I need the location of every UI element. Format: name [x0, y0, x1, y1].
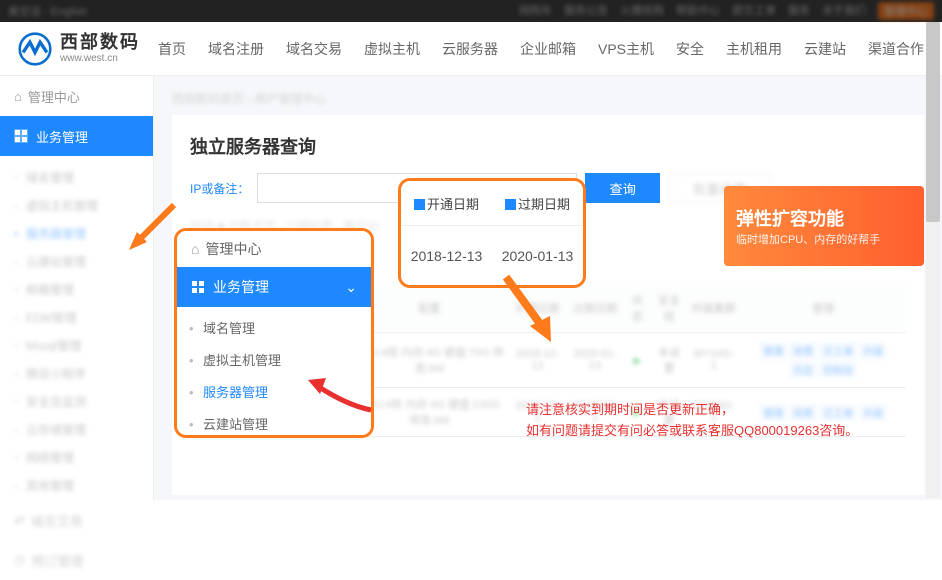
date-exp: 2020-01-13	[492, 226, 583, 285]
scrollbar-thumb[interactable]	[926, 22, 940, 222]
top-link[interactable]: 服务公告	[564, 2, 608, 20]
callout-item[interactable]: 域名管理	[177, 313, 371, 345]
cell-sec[interactable]: 未设置	[651, 333, 687, 388]
cell-open: 2018-12-13	[509, 333, 567, 388]
header: 西部数码 www.west.cn 首页 域名注册 域名交易 虚拟主机 云服务器 …	[0, 22, 942, 76]
cell-status: ▶	[624, 333, 651, 388]
cell-ops: 管理续费迁工单升级日志控制台	[741, 333, 906, 388]
sidebar-item-domain[interactable]: 域名管理	[26, 164, 153, 192]
callout-item[interactable]: 云建站管理	[177, 409, 371, 438]
nav-item[interactable]: 首页	[158, 39, 186, 59]
search-button[interactable]: 查询	[585, 173, 660, 203]
sidebar-item-network[interactable]: 网络管理	[26, 444, 153, 472]
date-header-exp: 过期日期	[492, 181, 583, 226]
op-link[interactable]: 日志	[789, 361, 817, 378]
sidebar-sub: 域名管理 虚拟主机管理 服务器管理 云建站管理 邮箱管理 EDM管理 Mssql…	[0, 156, 153, 500]
top-link[interactable]: 关于我们	[822, 2, 866, 20]
sidebar-footer2[interactable]: ◷预订管理	[0, 540, 153, 580]
home-icon: ⌂	[14, 89, 22, 104]
sidebar-item-security[interactable]: 安全及监测	[26, 388, 153, 416]
th-cluster: 所属集群	[687, 284, 741, 333]
promo-banner[interactable]: 弹性扩容功能 临时增加CPU、内存的好帮手	[724, 186, 924, 266]
nav-item[interactable]: 企业邮箱	[520, 39, 576, 59]
sidebar: ⌂管理中心 业务管理 域名管理 虚拟主机管理 服务器管理 云建站管理 邮箱管理 …	[0, 76, 154, 500]
th-ops: 管理	[741, 284, 906, 333]
logo-icon	[18, 32, 52, 66]
op-link[interactable]: 迁工单	[819, 342, 857, 359]
nav-item[interactable]: 主机租用	[726, 39, 782, 59]
banner-subtitle: 临时增加CPU、内存的好帮手	[736, 231, 912, 247]
grid-icon	[191, 280, 205, 294]
cell-exp: 2020-01-13	[566, 333, 624, 388]
op-link[interactable]: 升级	[859, 342, 887, 359]
sidebar-item-server[interactable]: 服务器管理	[26, 220, 153, 248]
th-sec: 安全组	[651, 284, 687, 333]
sidebar-section-business[interactable]: 业务管理	[0, 116, 153, 156]
top-link[interactable]: 帮助中心	[676, 2, 720, 20]
top-link[interactable]: 网购车	[519, 2, 552, 20]
sidebar-item-miniapp[interactable]: 微信小程序	[26, 360, 153, 388]
nav-item[interactable]: 虚拟主机	[364, 39, 420, 59]
calendar-icon	[414, 199, 425, 210]
search-label: IP或备注：	[190, 180, 249, 197]
callout-dates: 开通日期 过期日期 2018-12-13 2020-01-13	[398, 178, 586, 288]
th-open: 开通日期	[509, 284, 567, 333]
sidebar-item-storage[interactable]: 云存储管理	[26, 416, 153, 444]
date-open: 2018-12-13	[401, 226, 492, 285]
op-link[interactable]: 控制台	[819, 361, 857, 378]
nav-item[interactable]: 域名注册	[208, 39, 264, 59]
home-icon: ⌂	[191, 241, 199, 257]
callout-sidebar: ⌂管理中心 业务管理⌄ 域名管理 虚拟主机管理 服务器管理 云建站管理	[174, 228, 374, 438]
op-link[interactable]: 管理	[759, 342, 787, 359]
page-title: 独立服务器查询	[190, 133, 906, 159]
nav-item[interactable]: VPS主机	[598, 39, 654, 59]
nav-item[interactable]: 云服务器	[442, 39, 498, 59]
op-link[interactable]: 升级	[859, 404, 887, 421]
main-nav: 首页 域名注册 域名交易 虚拟主机 云服务器 企业邮箱 VPS主机 安全 主机租…	[158, 39, 924, 59]
sidebar-item-site[interactable]: 云建站管理	[26, 248, 153, 276]
sidebar-item-edm[interactable]: EDM管理	[26, 304, 153, 332]
th-exp: 过期日期	[566, 284, 624, 333]
op-link[interactable]: 续费	[789, 342, 817, 359]
topbar-left[interactable]: 美空话 - English	[8, 3, 87, 19]
brand-cn: 西部数码	[60, 33, 140, 53]
top-link[interactable]: 服务	[788, 2, 810, 20]
sidebar-item-vhost[interactable]: 虚拟主机管理	[26, 192, 153, 220]
brand-en: www.west.cn	[60, 53, 140, 64]
sidebar-item-mail[interactable]: 邮箱管理	[26, 276, 153, 304]
nav-item[interactable]: 渠道合作	[868, 39, 924, 59]
brand: 西部数码 www.west.cn	[60, 33, 140, 64]
grid-icon	[14, 129, 28, 143]
annotation-note: 请注意核实到期时间是否更新正确， 如有问题请提交有问必答或联系客服QQ80001…	[526, 400, 858, 442]
callout-item[interactable]: 虚拟主机管理	[177, 345, 371, 377]
clock-icon: ◷	[14, 552, 25, 568]
sidebar-item-other[interactable]: 其他管理	[26, 472, 153, 500]
manage-badge[interactable]: 管理中心	[878, 2, 934, 20]
top-link[interactable]: 提交工单	[732, 2, 776, 20]
sidebar-title[interactable]: ⌂管理中心	[0, 76, 153, 116]
top-link[interactable]: 火爆抢购	[620, 2, 664, 20]
banner-title: 弹性扩容功能	[736, 205, 912, 231]
sidebar-item-mssql[interactable]: Mssql管理	[26, 332, 153, 360]
nav-item[interactable]: 域名交易	[286, 39, 342, 59]
nav-item[interactable]: 安全	[676, 39, 704, 59]
th-status: 状态	[624, 284, 651, 333]
date-header-open: 开通日期	[401, 181, 492, 226]
top-bar: 美空话 - English 网购车 服务公告 火爆抢购 帮助中心 提交工单 服务…	[0, 0, 942, 22]
nav-item[interactable]: 云建站	[804, 39, 846, 59]
sidebar-footer1[interactable]: ⇄域名交易	[0, 500, 153, 540]
calendar-icon	[505, 199, 516, 210]
breadcrumb: 西部数码首页 › 用户管理中心	[172, 90, 924, 107]
callout-item-active[interactable]: 服务器管理	[177, 377, 371, 409]
cell-cluster: MY10G-1	[687, 333, 741, 388]
chevron-down-icon: ⌄	[345, 279, 357, 296]
exchange-icon: ⇄	[14, 512, 25, 528]
